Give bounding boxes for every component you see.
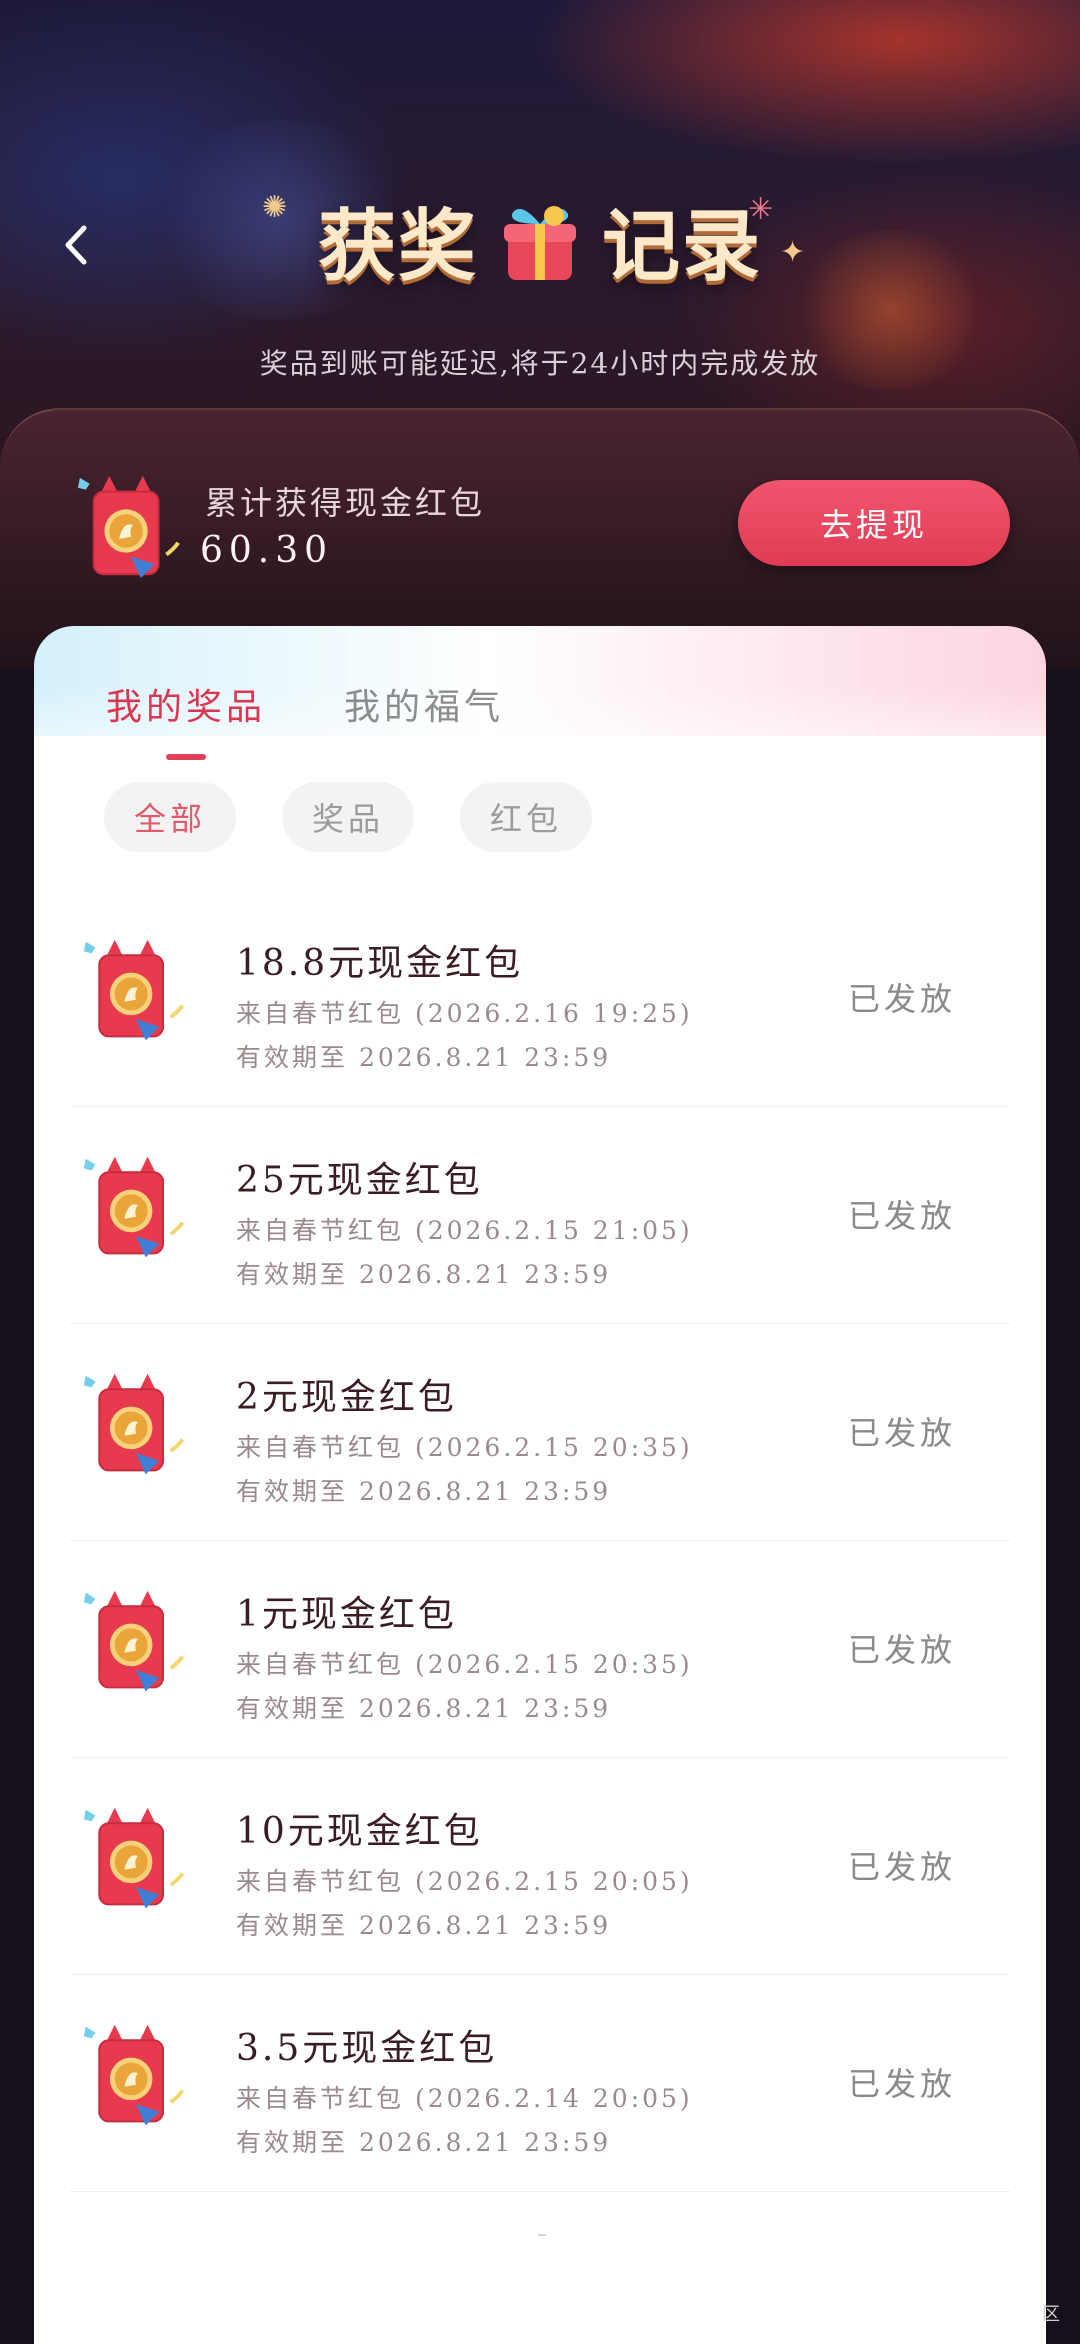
record-source: 来自春节红包 (2026.2.16 19:25): [236, 999, 693, 1028]
record-source: 来自春节红包 (2026.2.15 20:05): [236, 1867, 693, 1896]
record-source: 来自春节红包 (2026.2.15 20:35): [236, 1650, 693, 1679]
withdraw-button[interactable]: 去提现: [738, 480, 1010, 566]
list-item[interactable]: 10元现金红包 来自春节红包 (2026.2.15 20:05) 有效期至 20…: [70, 1758, 1010, 1975]
filter-all[interactable]: 全部: [104, 782, 236, 852]
records-list: 18.8元现金红包 来自春节红包 (2026.2.16 19:25) 有效期至 …: [70, 890, 1010, 2192]
filter-red-packets[interactable]: 红包: [460, 782, 592, 852]
record-title: 25元现金红包: [236, 1160, 483, 1201]
red-packet-icon: [72, 470, 190, 588]
list-end-indicator: [538, 2234, 546, 2236]
page-subtitle: 奖品到账可能延迟,将于24小时内完成发放: [259, 347, 821, 380]
record-status: 已发放: [847, 1414, 956, 1452]
list-item[interactable]: 2元现金红包 来自春节红包 (2026.2.15 20:35) 有效期至 202…: [70, 1324, 1010, 1541]
filter-chips: 全部 奖品 红包: [104, 782, 592, 852]
record-source: 来自春节红包 (2026.2.14 20:05): [236, 2084, 693, 2113]
record-expiry: 有效期至 2026.8.21 23:59: [236, 2128, 612, 2157]
page-title: 获奖 记录: [0, 180, 1080, 300]
red-packet-icon: [78, 1151, 194, 1267]
record-expiry: 有效期至 2026.8.21 23:59: [236, 1694, 612, 1723]
record-title: 1元现金红包: [236, 1594, 457, 1635]
record-expiry: 有效期至 2026.8.21 23:59: [236, 1911, 612, 1940]
list-item[interactable]: 18.8元现金红包 来自春节红包 (2026.2.16 19:25) 有效期至 …: [70, 890, 1010, 1107]
red-packet-icon: [78, 1585, 194, 1701]
tab-my-blessings[interactable]: 我的福气: [344, 678, 504, 730]
red-packet-icon: [78, 1368, 194, 1484]
record-title: 18.8元现金红包: [236, 943, 524, 984]
header-banner: ✺ ✳ ✦ 获奖 记录 奖品到账可能延迟,将于24小时内完成发放: [0, 0, 1080, 470]
record-title: 3.5元现金红包: [236, 2028, 498, 2069]
red-packet-icon: [78, 1802, 194, 1918]
record-expiry: 有效期至 2026.8.21 23:59: [236, 1260, 612, 1289]
record-status: 已发放: [847, 1631, 956, 1669]
gift-box-icon: [504, 206, 576, 280]
title-left: 获奖: [317, 202, 478, 292]
records-panel: 我的奖品 我的福气 全部 奖品 红包 18.8元现金红包 来自春节红包 (202…: [34, 626, 1046, 2344]
record-expiry: 有效期至 2026.8.21 23:59: [236, 1043, 612, 1072]
record-expiry: 有效期至 2026.8.21 23:59: [236, 1477, 612, 1506]
record-source: 来自春节红包 (2026.2.15 21:05): [236, 1216, 693, 1245]
record-status: 已发放: [847, 2065, 956, 2103]
list-item[interactable]: 25元现金红包 来自春节红包 (2026.2.15 21:05) 有效期至 20…: [70, 1107, 1010, 1324]
record-status: 已发放: [847, 1848, 956, 1886]
record-title: 2元现金红包: [236, 1377, 457, 1418]
list-item[interactable]: 1元现金红包 来自春节红包 (2026.2.15 20:35) 有效期至 202…: [70, 1541, 1010, 1758]
record-title: 10元现金红包: [236, 1811, 483, 1852]
summary-label: 累计获得现金红包: [205, 484, 486, 522]
corner-label: 区: [1042, 2304, 1060, 2325]
tab-my-prizes[interactable]: 我的奖品: [106, 678, 266, 730]
record-source: 来自春节红包 (2026.2.15 20:35): [236, 1433, 693, 1462]
list-item[interactable]: 3.5元现金红包 来自春节红包 (2026.2.14 20:05) 有效期至 2…: [70, 1975, 1010, 2192]
red-packet-icon: [78, 2019, 194, 2135]
record-status: 已发放: [847, 980, 956, 1018]
red-packet-icon: [78, 934, 194, 1050]
title-right: 记录: [602, 202, 763, 292]
tab-bar: 我的奖品 我的福气: [106, 678, 504, 730]
summary-amount: 60.30: [200, 530, 334, 571]
record-status: 已发放: [847, 1197, 956, 1235]
filter-prizes[interactable]: 奖品: [282, 782, 414, 852]
